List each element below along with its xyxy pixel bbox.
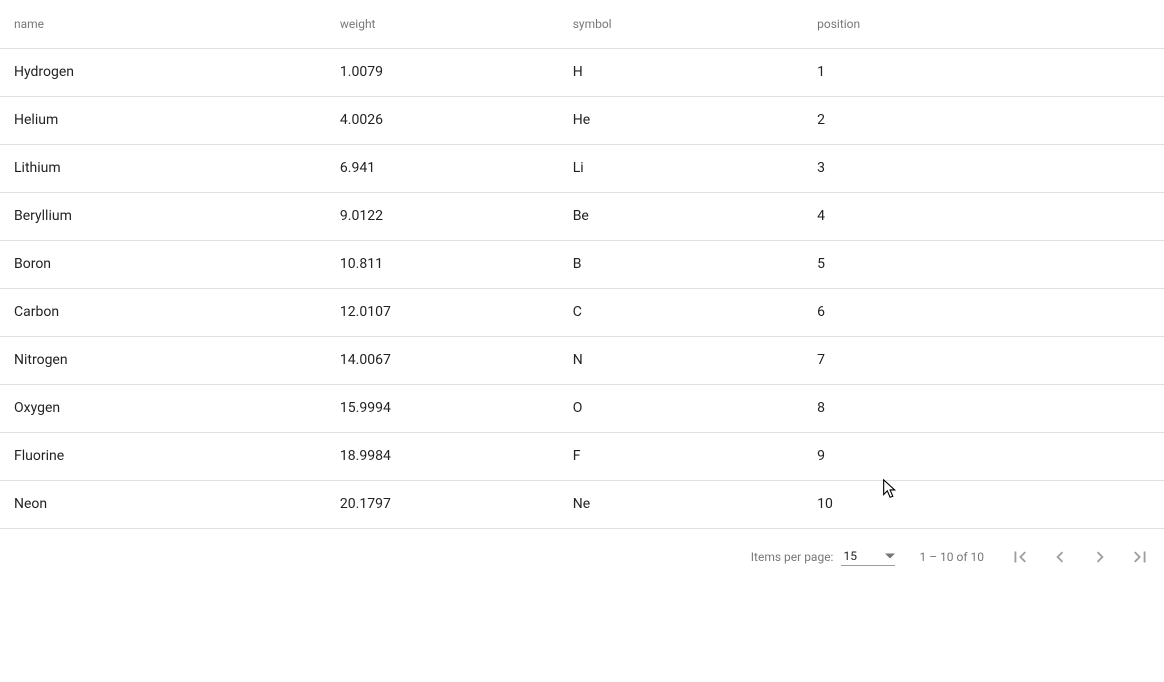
last-page-button[interactable] — [1128, 545, 1152, 569]
paginator: Items per page: 15 1 – 10 of 10 — [0, 529, 1164, 585]
cell-symbol: N — [559, 336, 803, 384]
cell-symbol: F — [559, 432, 803, 480]
paginator-nav — [1008, 545, 1152, 569]
cell-position: 1 — [803, 48, 1164, 96]
cell-weight: 9.0122 — [326, 192, 559, 240]
cell-weight: 20.1797 — [326, 480, 559, 528]
chevron-right-icon — [1089, 546, 1111, 568]
cell-weight: 1.0079 — [326, 48, 559, 96]
table-row: Beryllium9.0122Be4 — [0, 192, 1164, 240]
items-per-page: Items per page: 15 — [751, 547, 896, 566]
chevron-down-icon — [885, 554, 895, 559]
table-row: Fluorine18.9984F9 — [0, 432, 1164, 480]
cell-name: Hydrogen — [0, 48, 326, 96]
cell-symbol: O — [559, 384, 803, 432]
cell-position: 2 — [803, 96, 1164, 144]
page-size-select[interactable]: 15 — [841, 547, 895, 566]
cell-weight: 18.9984 — [326, 432, 559, 480]
table-row: Carbon12.0107C6 — [0, 288, 1164, 336]
cell-symbol: H — [559, 48, 803, 96]
items-per-page-label: Items per page: — [751, 550, 834, 564]
cell-position: 8 — [803, 384, 1164, 432]
cell-name: Helium — [0, 96, 326, 144]
cell-position: 5 — [803, 240, 1164, 288]
table-row: Helium4.0026He2 — [0, 96, 1164, 144]
cell-weight: 10.811 — [326, 240, 559, 288]
cell-position: 4 — [803, 192, 1164, 240]
table-row: Oxygen15.9994O8 — [0, 384, 1164, 432]
cell-position: 10 — [803, 480, 1164, 528]
cell-name: Carbon — [0, 288, 326, 336]
cell-symbol: Li — [559, 144, 803, 192]
col-header-position[interactable]: position — [803, 0, 1164, 48]
col-header-name[interactable]: name — [0, 0, 326, 48]
cell-name: Nitrogen — [0, 336, 326, 384]
table-row: Neon20.1797Ne10 — [0, 480, 1164, 528]
cell-weight: 12.0107 — [326, 288, 559, 336]
cell-name: Oxygen — [0, 384, 326, 432]
cell-symbol: Ne — [559, 480, 803, 528]
cell-name: Beryllium — [0, 192, 326, 240]
table-row: Lithium6.941Li3 — [0, 144, 1164, 192]
col-header-weight[interactable]: weight — [326, 0, 559, 48]
page-size-value: 15 — [843, 549, 857, 563]
chevron-left-icon — [1049, 546, 1071, 568]
table-row: Nitrogen14.0067N7 — [0, 336, 1164, 384]
data-table: name weight symbol position Hydrogen1.00… — [0, 0, 1164, 529]
cell-symbol: B — [559, 240, 803, 288]
cell-name: Boron — [0, 240, 326, 288]
cell-weight: 14.0067 — [326, 336, 559, 384]
cell-position: 6 — [803, 288, 1164, 336]
last-page-icon — [1129, 546, 1151, 568]
cell-symbol: C — [559, 288, 803, 336]
first-page-icon — [1009, 546, 1031, 568]
next-page-button[interactable] — [1088, 545, 1112, 569]
table-header-row: name weight symbol position — [0, 0, 1164, 48]
range-label: 1 – 10 of 10 — [919, 550, 984, 564]
cell-weight: 15.9994 — [326, 384, 559, 432]
prev-page-button[interactable] — [1048, 545, 1072, 569]
cell-position: 3 — [803, 144, 1164, 192]
cell-name: Neon — [0, 480, 326, 528]
cell-weight: 4.0026 — [326, 96, 559, 144]
table-row: Boron10.811B5 — [0, 240, 1164, 288]
table-row: Hydrogen1.0079H1 — [0, 48, 1164, 96]
col-header-symbol[interactable]: symbol — [559, 0, 803, 48]
cell-name: Lithium — [0, 144, 326, 192]
cell-position: 7 — [803, 336, 1164, 384]
cell-position: 9 — [803, 432, 1164, 480]
cell-symbol: Be — [559, 192, 803, 240]
cell-symbol: He — [559, 96, 803, 144]
cell-weight: 6.941 — [326, 144, 559, 192]
first-page-button[interactable] — [1008, 545, 1032, 569]
cell-name: Fluorine — [0, 432, 326, 480]
